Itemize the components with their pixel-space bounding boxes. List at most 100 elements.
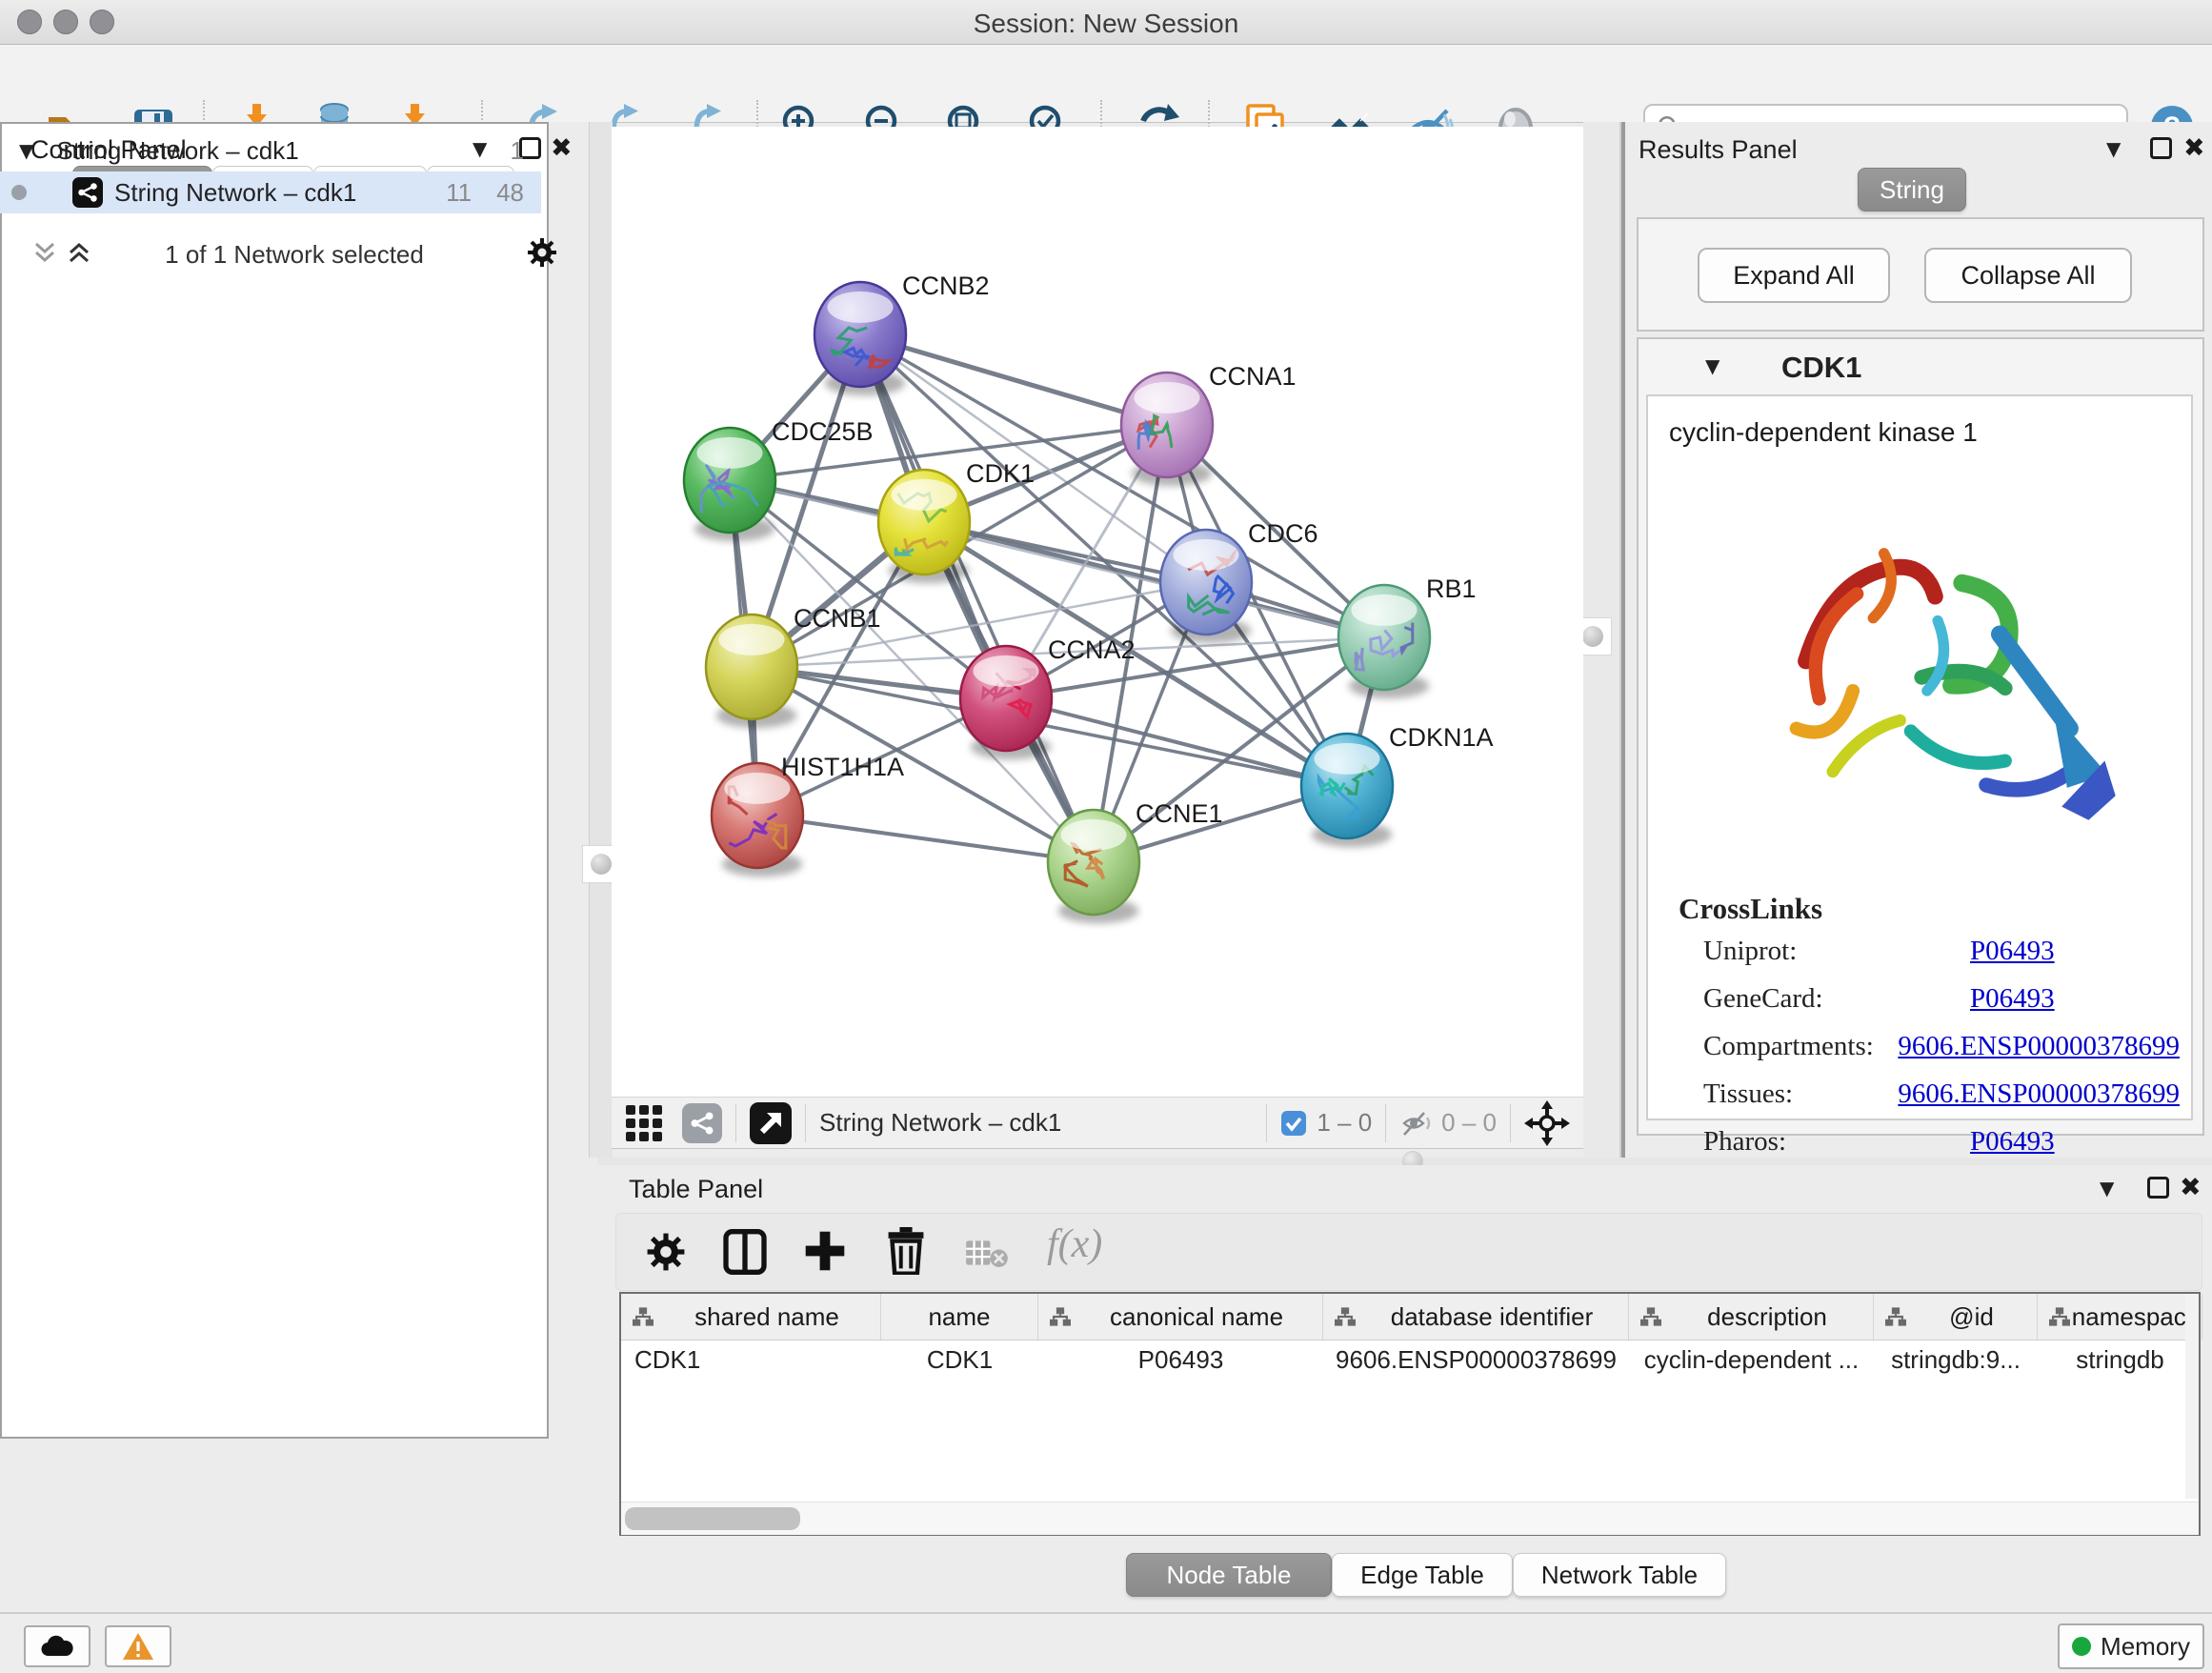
network-view-indicator	[11, 185, 27, 200]
network-edges[interactable]	[730, 334, 1384, 862]
table-vertical-scrollbar[interactable]	[2185, 1294, 2199, 1499]
birds-eye-view-icon[interactable]	[750, 1102, 792, 1144]
crosslink-row: Pharos:P06493	[1703, 1126, 2180, 1158]
network-node-count: 11	[446, 178, 472, 208]
network-badge-icon[interactable]	[682, 1103, 722, 1143]
crosslink-link[interactable]: P06493	[1970, 936, 2055, 967]
column-header-name[interactable]: name	[881, 1294, 1038, 1340]
cloud-icon	[40, 1635, 74, 1658]
table-panel-collapse-icon[interactable]: ▼	[2100, 1177, 2114, 1199]
shared-column-tree-icon	[1640, 1306, 1661, 1327]
table-panel-close-icon[interactable]: ✖	[2180, 1175, 2202, 1200]
results-panel-collapse-icon[interactable]: ▼	[2106, 137, 2121, 160]
table-horizontal-scrollbar[interactable]	[621, 1502, 2199, 1535]
table-row[interactable]: CDK1CDK1P064939606.ENSP00000378699cyclin…	[621, 1340, 2199, 1379]
node-label-CCNA2: CCNA2	[1048, 635, 1136, 664]
crosslink-label: Tissues:	[1703, 1078, 1898, 1110]
node-gloss	[827, 292, 893, 323]
expand-all-button[interactable]: Expand All	[1698, 248, 1890, 303]
table-panel-float-icon[interactable]	[2147, 1177, 2169, 1199]
edge-CCNB2-CCNA1[interactable]	[860, 334, 1167, 425]
node-CDK1[interactable]	[878, 470, 970, 583]
show-columns-icon[interactable]	[723, 1229, 767, 1275]
node-label-CDC6: CDC6	[1248, 519, 1318, 548]
crosslink-link[interactable]: P06493	[1970, 983, 2055, 1015]
tab-string[interactable]: String	[1858, 168, 1966, 212]
node-gloss	[891, 479, 956, 511]
network-canvas[interactable]: CCNB2CCNA1CDC25BCDK1CDC6RB1CCNB1CCNA2CDK…	[612, 127, 1583, 1097]
tab-node-table[interactable]: Node Table	[1126, 1553, 1332, 1597]
edge-CCNB2-CCNE1[interactable]	[860, 334, 1094, 862]
cell-namespace[interactable]: stringdb	[2038, 1340, 2202, 1379]
hidden-count-badge: 0 – 0	[1441, 1108, 1497, 1138]
results-panel-float-icon[interactable]	[2150, 137, 2172, 159]
cell-name[interactable]: CDK1	[881, 1340, 1038, 1379]
shared-column-tree-icon	[633, 1306, 654, 1327]
memory-status-dot	[2072, 1637, 2091, 1656]
column-header-namespace[interactable]: namespace	[2038, 1294, 2202, 1340]
hidden-eye-slash-icon	[1399, 1109, 1434, 1138]
node-CCNB2[interactable]	[814, 282, 906, 395]
table-gear-icon[interactable]	[645, 1231, 687, 1273]
column-header-label: database identifier	[1356, 1302, 1628, 1332]
column-header-sharedname[interactable]: shared name	[621, 1294, 881, 1340]
column-header-label: namespace	[2070, 1302, 2202, 1332]
node-CCNB1[interactable]	[706, 615, 797, 728]
memory-button[interactable]: Memory	[2058, 1623, 2204, 1669]
control-panel-close-icon[interactable]: ✖	[551, 135, 573, 161]
node-label-CDK1: CDK1	[966, 459, 1035, 488]
network-view-title: String Network – cdk1	[819, 1108, 1061, 1138]
crosslink-row: GeneCard:P06493	[1703, 983, 2180, 1015]
node-label-HIST1H1A: HIST1H1A	[781, 753, 904, 781]
selected-checkbox-icon[interactable]	[1280, 1110, 1307, 1137]
column-header-description[interactable]: description	[1629, 1294, 1874, 1340]
delete-table-icon-disabled	[965, 1237, 1009, 1269]
table-tabs: Node TableEdge TableNetwork Table	[1126, 1553, 1726, 1597]
shared-column-tree-icon	[1335, 1306, 1356, 1327]
edge-HIST1H1A-CCNE1[interactable]	[757, 816, 1094, 862]
create-column-icon[interactable]	[803, 1229, 847, 1273]
cell-canonicalname[interactable]: P06493	[1038, 1340, 1323, 1379]
node-CCNA2[interactable]	[960, 646, 1052, 759]
collection-expand-icon[interactable]: ▼	[19, 139, 33, 162]
column-header-databaseidentifier[interactable]: database identifier	[1323, 1294, 1629, 1340]
collapse-all-button[interactable]: Collapse All	[1924, 248, 2132, 303]
cell-id[interactable]: stringdb:9...	[1874, 1340, 2038, 1379]
grid-view-icon[interactable]	[625, 1104, 663, 1142]
column-header-id[interactable]: @id	[1874, 1294, 2038, 1340]
protein-structure-image	[1719, 473, 2129, 863]
cell-sharedname[interactable]: CDK1	[621, 1340, 881, 1379]
node-CCNE1[interactable]	[1048, 810, 1139, 923]
results-panel-close-icon[interactable]: ✖	[2183, 135, 2205, 161]
scrollbar-thumb[interactable]	[625, 1507, 800, 1530]
crosslink-link[interactable]: 9606.ENSP00000378699	[1898, 1031, 2180, 1062]
warning-button[interactable]	[105, 1625, 171, 1667]
cloud-button[interactable]	[24, 1625, 90, 1667]
tab-edge-table[interactable]: Edge Table	[1332, 1553, 1513, 1597]
node-CCNA1[interactable]	[1121, 373, 1213, 486]
crosslink-link[interactable]: P06493	[1970, 1126, 2055, 1158]
left-splitter[interactable]	[589, 122, 613, 1158]
node-CDC6[interactable]	[1160, 530, 1252, 643]
node-CDKN1A[interactable]	[1301, 734, 1393, 847]
network-row-selected[interactable]: String Network – cdk1 11 48	[0, 171, 541, 213]
collection-label: String Network – cdk1	[56, 136, 298, 166]
tab-network-table[interactable]: Network Table	[1513, 1553, 1726, 1597]
table-header-row: shared namenamecanonical name database id…	[621, 1294, 2199, 1340]
crosslink-link[interactable]: 9606.ENSP00000378699	[1898, 1078, 2180, 1110]
network-label: String Network – cdk1	[114, 178, 356, 208]
node-CDC25B[interactable]	[684, 428, 775, 541]
delete-column-trash-icon[interactable]	[885, 1227, 927, 1275]
column-header-canonicalname[interactable]: canonical name	[1038, 1294, 1323, 1340]
crosslink-label: GeneCard:	[1703, 983, 1970, 1015]
node-RB1[interactable]	[1338, 585, 1430, 698]
cell-databaseidentifier[interactable]: 9606.ENSP00000378699	[1323, 1340, 1629, 1379]
protein-collapse-icon[interactable]: ▼	[1705, 354, 1719, 377]
network-options-gear-icon[interactable]	[526, 236, 558, 269]
fit-selected-crosshair-icon[interactable]	[1524, 1100, 1570, 1146]
cell-description[interactable]: cyclin-dependent ...	[1629, 1340, 1874, 1379]
network-collection-row[interactable]: ▼ String Network – cdk1 1	[0, 130, 541, 171]
node-label-CCNA1: CCNA1	[1209, 362, 1297, 391]
column-header-label: @id	[1906, 1302, 2037, 1332]
crosslinks-list: Uniprot:P06493GeneCard:P06493Compartment…	[1703, 936, 2180, 1174]
